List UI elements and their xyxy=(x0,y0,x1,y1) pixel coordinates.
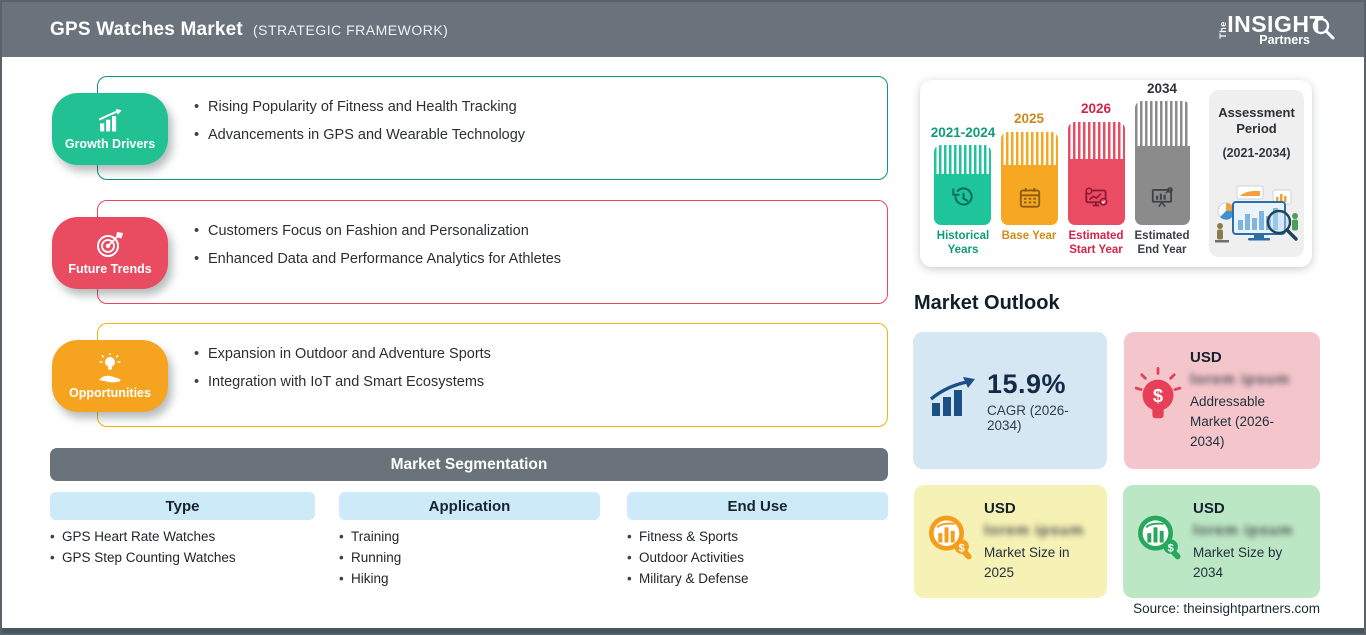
segmentation-column-application: Application xyxy=(339,492,600,520)
assessment-period-panel: Assessment Period (2021-2034) xyxy=(1209,90,1304,257)
card-label: Addressable Market (2026-2034) xyxy=(1190,394,1275,449)
future-trends-box: Customers Focus on Fashion and Personali… xyxy=(97,200,888,304)
svg-text:$: $ xyxy=(1168,542,1174,554)
infographic-page: GPS Watches Market (STRATEGIC FRAMEWORK)… xyxy=(0,0,1366,635)
bulb-hand-icon xyxy=(94,352,126,384)
timeline-bar-label: Estimated End Year xyxy=(1134,230,1190,256)
market-size-2034-card: $ USD lorem ipsum Market Size by 2034 xyxy=(1123,485,1320,598)
future-trends-badge: Future Trends xyxy=(52,217,168,289)
assessment-period-range: (2021-2034) xyxy=(1222,146,1291,160)
addressable-market-card: $ USD lorem ipsum Addressable Market (20… xyxy=(1124,332,1320,469)
timeline-bar-estimated-end xyxy=(1135,101,1190,225)
source-attribution: Source: theinsightpartners.com xyxy=(1133,601,1320,616)
magnifier-chart-icon: $ xyxy=(1131,511,1187,572)
growth-chart-icon xyxy=(93,108,127,135)
growth-drivers-box: Rising Popularity of Fitness and Health … xyxy=(97,76,888,180)
logo-the-text: The xyxy=(1217,20,1228,39)
redacted-value: lorem ipsum xyxy=(1193,522,1294,539)
list-item: GPS Heart Rate Watches xyxy=(50,526,236,547)
opportunities-badge: Opportunities xyxy=(52,340,168,412)
bottom-accent-bar xyxy=(2,628,1364,633)
page-title: GPS Watches Market xyxy=(50,18,243,40)
opportunity-item: Integration with IoT and Smart Ecosystem… xyxy=(194,368,887,396)
list-item: Running xyxy=(339,547,401,568)
redacted-value: lorem ipsum xyxy=(1190,371,1291,388)
redacted-value: lorem ipsum xyxy=(984,522,1085,539)
timeline-year-label: 2021-2024 xyxy=(930,125,996,140)
type-list: GPS Heart Rate Watches GPS Step Counting… xyxy=(50,526,236,568)
cagr-value: 15.9% xyxy=(987,368,1067,399)
growth-driver-item: Advancements in GPS and Wearable Technol… xyxy=(194,121,887,149)
list-item: GPS Step Counting Watches xyxy=(50,547,236,568)
timeline-bar-historical xyxy=(934,145,991,225)
segmentation-column-type: Type xyxy=(50,492,315,520)
magnifier-chart-icon: $ xyxy=(922,511,978,572)
list-item: Fitness & Sports xyxy=(627,526,749,547)
badge-label: Opportunities xyxy=(69,385,151,400)
currency-label: USD xyxy=(984,500,1016,517)
list-item: Outdoor Activities xyxy=(627,547,749,568)
future-trend-item: Customers Focus on Fashion and Personali… xyxy=(194,217,887,245)
timeline-year-label: 2034 xyxy=(1146,81,1178,96)
timeline-year-label: 2026 xyxy=(1080,101,1112,116)
dollar-bulb-icon: $ xyxy=(1132,367,1184,434)
market-size-2025-card: $ USD lorem ipsum Market Size in 2025 xyxy=(914,485,1107,598)
analytics-illustration xyxy=(1213,184,1301,251)
timeline-bar-base-year xyxy=(1001,132,1058,225)
magnifier-icon xyxy=(1310,17,1336,48)
currency-label: USD xyxy=(1190,349,1222,366)
card-label: Market Size by 2034 xyxy=(1193,545,1283,580)
assessment-period-title: Assessment Period xyxy=(1218,105,1295,136)
segmentation-column-enduse: End Use xyxy=(627,492,888,520)
card-label: Market Size in 2025 xyxy=(984,545,1070,580)
cagr-label: CAGR (2026-2034) xyxy=(987,402,1069,433)
growth-driver-item: Rising Popularity of Fitness and Health … xyxy=(194,93,887,121)
list-item: Hiking xyxy=(339,568,401,589)
enduse-list: Fitness & Sports Outdoor Activities Mili… xyxy=(627,526,749,589)
growth-bars-icon xyxy=(929,377,977,424)
svg-text:$: $ xyxy=(959,542,965,554)
list-item: Training xyxy=(339,526,401,547)
monitor-gear-icon xyxy=(1082,185,1112,216)
opportunities-box: Expansion in Outdoor and Adventure Sport… xyxy=(97,323,888,427)
target-dart-icon xyxy=(94,230,126,260)
list-item: Military & Defense xyxy=(627,568,749,589)
page-subtitle: (STRATEGIC FRAMEWORK) xyxy=(252,21,449,38)
timeline-bar-estimated-start xyxy=(1068,122,1125,225)
currency-label: USD xyxy=(1193,500,1225,517)
cagr-card: 15.9% CAGR (2026-2034) xyxy=(913,332,1107,469)
header-bar: GPS Watches Market (STRATEGIC FRAMEWORK)… xyxy=(2,2,1364,57)
opportunity-item: Expansion in Outdoor and Adventure Sport… xyxy=(194,340,887,368)
badge-label: Growth Drivers xyxy=(64,136,156,151)
calendar-icon xyxy=(1017,185,1043,216)
application-list: Training Running Hiking xyxy=(339,526,401,589)
svg-text:$: $ xyxy=(1153,385,1163,406)
history-clock-icon xyxy=(949,185,977,216)
market-segmentation-header: Market Segmentation xyxy=(50,448,888,481)
logo-partners-text: Partners xyxy=(1259,32,1310,47)
growth-drivers-badge: Growth Drivers xyxy=(52,93,168,165)
badge-label: Future Trends xyxy=(68,262,152,276)
insight-partners-logo: The INSIGHT Partners xyxy=(1214,12,1338,48)
market-outlook-heading: Market Outlook xyxy=(914,292,1060,314)
research-timeline-card: 2021-2024 2025 2026 2034 Historical Year… xyxy=(920,80,1312,267)
future-trend-item: Enhanced Data and Performance Analytics … xyxy=(194,245,887,273)
presentation-chart-icon xyxy=(1149,185,1177,216)
